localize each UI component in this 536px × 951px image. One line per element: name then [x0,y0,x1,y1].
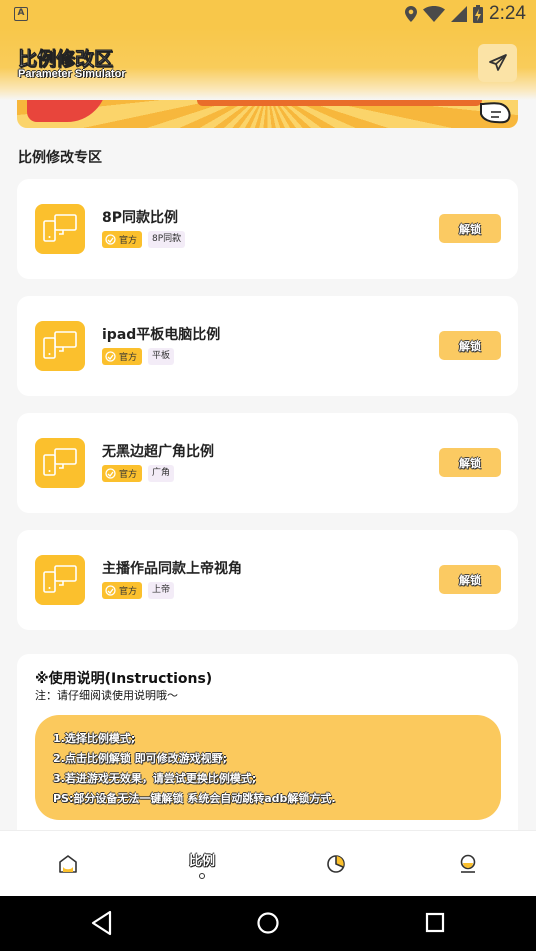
recents-icon[interactable] [424,910,446,936]
pie-chart-icon [327,855,345,873]
promo-banner[interactable] [17,100,518,128]
tab-stats[interactable] [320,831,352,897]
share-button[interactable] [478,44,517,82]
signal-icon [451,6,468,22]
location-icon [405,6,418,22]
device-icon [35,555,85,605]
header: 比例修改区 Parameter Simulator [0,28,536,100]
back-icon[interactable] [90,910,114,936]
unlock-button[interactable]: 解锁 [439,565,501,594]
active-indicator [199,872,205,879]
ratio-card: 8P同款比例 官方 8P同款 解锁 [17,179,518,279]
system-nav-bar [0,896,536,951]
card-title: 无黑边超广角比例 [102,444,214,460]
page-subtitle: Parameter Simulator [18,68,126,80]
app-notification-icon: A [14,7,28,21]
pointing-hand-icon [480,102,511,124]
ratio-card: ipad平板电脑比例 官方 平板 解锁 [17,296,518,396]
official-badge: 官方 [102,231,143,248]
device-icon [35,321,85,371]
badge-icon [105,468,116,479]
official-badge: 官方 [102,348,143,365]
clock: 2:24 [489,3,526,24]
card-title: ipad平板电脑比例 [102,327,221,343]
status-bar: A 2:24 [0,0,536,28]
wifi-icon [423,6,446,22]
megaphone-icon [27,100,107,122]
instructions-panel: ※使用说明(Instructions) 注：请仔细阅读使用说明哦～ 1.选择比例… [17,654,518,834]
tab-home[interactable] [52,831,84,897]
category-tag: 上帝 [148,582,175,599]
unlock-button[interactable]: 解锁 [439,331,501,360]
card-title: 主播作品同款上帝视角 [102,561,242,577]
badge-icon [105,585,116,596]
instruction-line: 2.点击比例解锁 即可修改游戏视野; [53,752,228,765]
instruction-line: 3.若进游戏无效果，请尝试更换比例模式; [53,772,257,785]
send-icon [488,54,507,71]
badge-icon [105,351,116,362]
instructions-heading: ※使用说明(Instructions) [35,671,213,687]
instructions-note: 注：请仔细阅读使用说明哦～ [35,689,178,702]
bottom-tab-bar: 比例 [0,830,536,896]
home-icon [59,855,77,873]
instruction-line: 1.选择比例模式; [53,732,136,745]
tab-profile[interactable] [452,831,484,897]
unlock-button[interactable]: 解锁 [439,448,501,477]
unlock-button[interactable]: 解锁 [439,214,501,243]
tab-ratio[interactable]: 比例 [180,831,224,897]
section-title: 比例修改专区 [18,150,102,166]
official-badge: 官方 [102,465,143,482]
badge-icon [105,234,116,245]
home-nav-icon[interactable] [256,910,280,936]
device-icon [35,438,85,488]
category-tag: 广角 [148,465,175,482]
instruction-line: PS:部分设备无法一键解锁 系统会自动跳转adb解锁方式. [53,792,336,805]
banner-bar [197,100,482,106]
official-badge: 官方 [102,582,143,599]
tab-ratio-label: 比例 [188,853,215,869]
category-tag: 平板 [148,348,175,365]
profile-icon [460,854,476,873]
device-icon [35,204,85,254]
battery-icon [473,5,484,23]
ratio-card: 无黑边超广角比例 官方 广角 解锁 [17,413,518,513]
card-title: 8P同款比例 [102,210,179,226]
instructions-box: 1.选择比例模式; 2.点击比例解锁 即可修改游戏视野; 3.若进游戏无效果，请… [35,715,501,820]
page-title: 比例修改区 [18,48,114,71]
category-tag: 8P同款 [148,231,186,248]
ratio-card: 主播作品同款上帝视角 官方 上帝 解锁 [17,530,518,630]
